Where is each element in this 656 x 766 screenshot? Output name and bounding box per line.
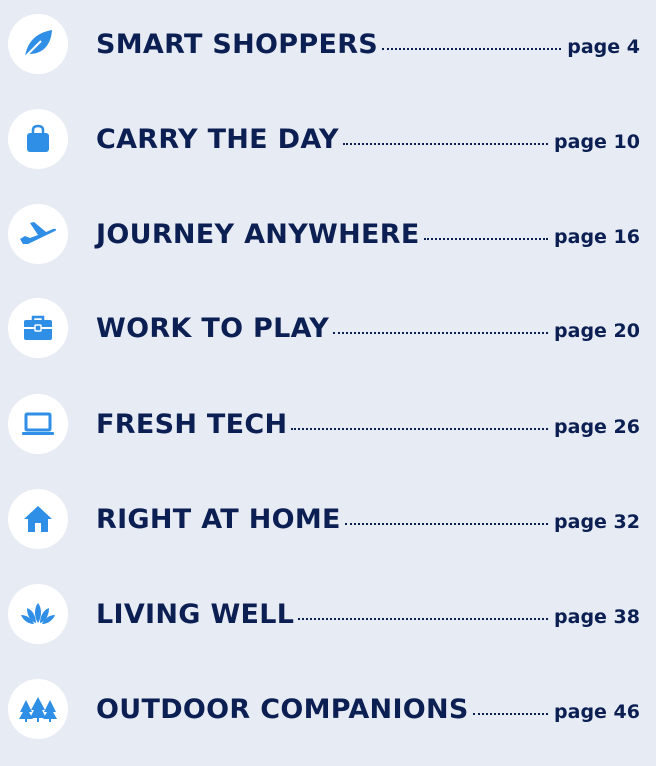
toc-entry-work-to-play[interactable]: WORK TO PLAY page 20 (8, 298, 640, 358)
toc-page-number: page 46 (554, 701, 640, 723)
house-icon (8, 489, 68, 549)
toc-page-number: page 26 (554, 416, 640, 438)
toc-title: CARRY THE DAY (96, 123, 339, 155)
airplane-icon (8, 204, 68, 264)
toc-entry-smart-shoppers[interactable]: SMART SHOPPERS page 4 (8, 14, 640, 74)
leaf-icon (8, 14, 68, 74)
toc-page-number: page 32 (554, 511, 640, 533)
dot-leader (382, 48, 562, 50)
table-of-contents: SMART SHOPPERS page 4 CARRY THE DAY page… (0, 0, 656, 766)
toc-title: OUTDOOR COMPANIONS (96, 693, 469, 725)
toc-title: SMART SHOPPERS (96, 28, 379, 60)
dot-leader (342, 143, 549, 145)
toc-page-number: page 38 (554, 606, 640, 628)
dot-leader (423, 238, 549, 240)
toc-entry-fresh-tech[interactable]: FRESH TECH page 26 (8, 394, 640, 454)
toc-title: RIGHT AT HOME (96, 503, 341, 535)
dot-leader (344, 523, 549, 525)
toc-page-number: page 10 (554, 131, 640, 153)
dot-leader (333, 332, 549, 334)
pine-trees-icon (8, 679, 68, 739)
toc-entry-journey-anywhere[interactable]: JOURNEY ANYWHERE page 16 (8, 204, 640, 264)
toc-title: JOURNEY ANYWHERE (96, 218, 420, 250)
toc-page-number: page 16 (554, 226, 640, 248)
laptop-icon (8, 394, 68, 454)
toc-page-number: page 4 (567, 36, 640, 58)
toc-entry-right-at-home[interactable]: RIGHT AT HOME page 32 (8, 489, 640, 549)
toc-title: WORK TO PLAY (96, 312, 330, 344)
toc-entry-carry-the-day[interactable]: CARRY THE DAY page 10 (8, 109, 640, 169)
toc-entry-living-well[interactable]: LIVING WELL page 38 (8, 584, 640, 644)
lotus-icon (8, 584, 68, 644)
briefcase-icon (8, 298, 68, 358)
toc-entry-outdoor-companions[interactable]: OUTDOOR COMPANIONS page 46 (8, 679, 640, 739)
toc-title: LIVING WELL (96, 598, 295, 630)
toc-page-number: page 20 (554, 320, 640, 342)
shopping-bag-icon (8, 109, 68, 169)
dot-leader (472, 713, 549, 715)
dot-leader (291, 428, 549, 430)
toc-title: FRESH TECH (96, 408, 288, 440)
dot-leader (298, 618, 549, 620)
